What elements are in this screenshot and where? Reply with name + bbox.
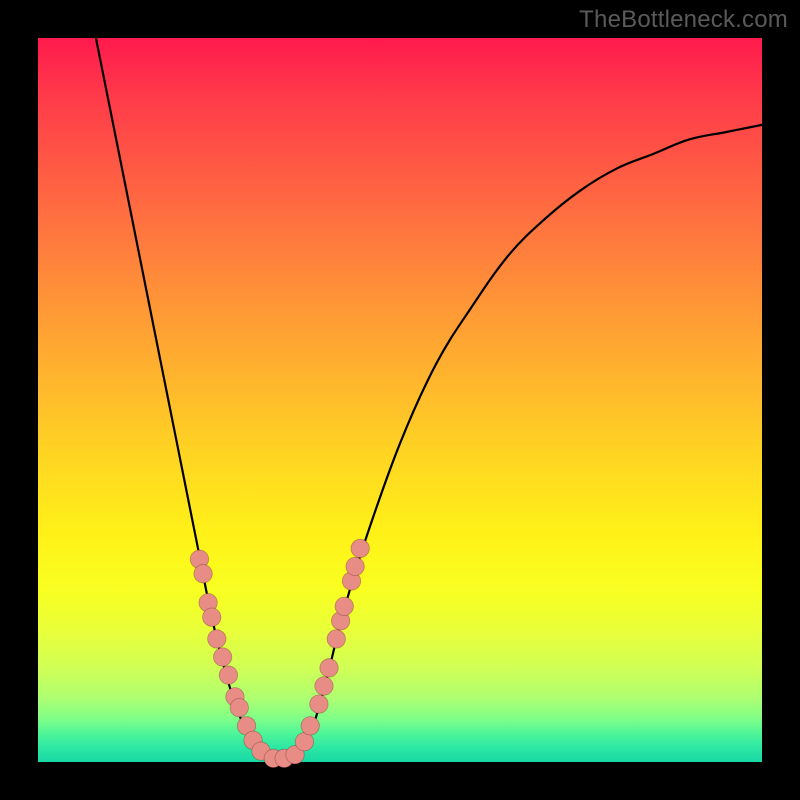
chart-frame: TheBottleneck.com [0, 0, 800, 800]
curve-svg [38, 38, 762, 762]
data-dot [301, 717, 319, 735]
data-dot [310, 695, 328, 713]
data-dots [190, 539, 369, 767]
data-dot [320, 659, 338, 677]
data-dot [327, 630, 345, 648]
data-dot [230, 699, 248, 717]
data-dot [351, 539, 369, 557]
data-dot [203, 608, 221, 626]
data-dot [315, 677, 333, 695]
bottleneck-curve [96, 38, 762, 764]
data-dot [208, 630, 226, 648]
data-dot [335, 597, 353, 615]
watermark-text: TheBottleneck.com [579, 6, 788, 34]
data-dot [194, 565, 212, 583]
plot-area [38, 38, 762, 762]
data-dot [219, 666, 237, 684]
data-dot [213, 648, 231, 666]
data-dot [346, 557, 364, 575]
